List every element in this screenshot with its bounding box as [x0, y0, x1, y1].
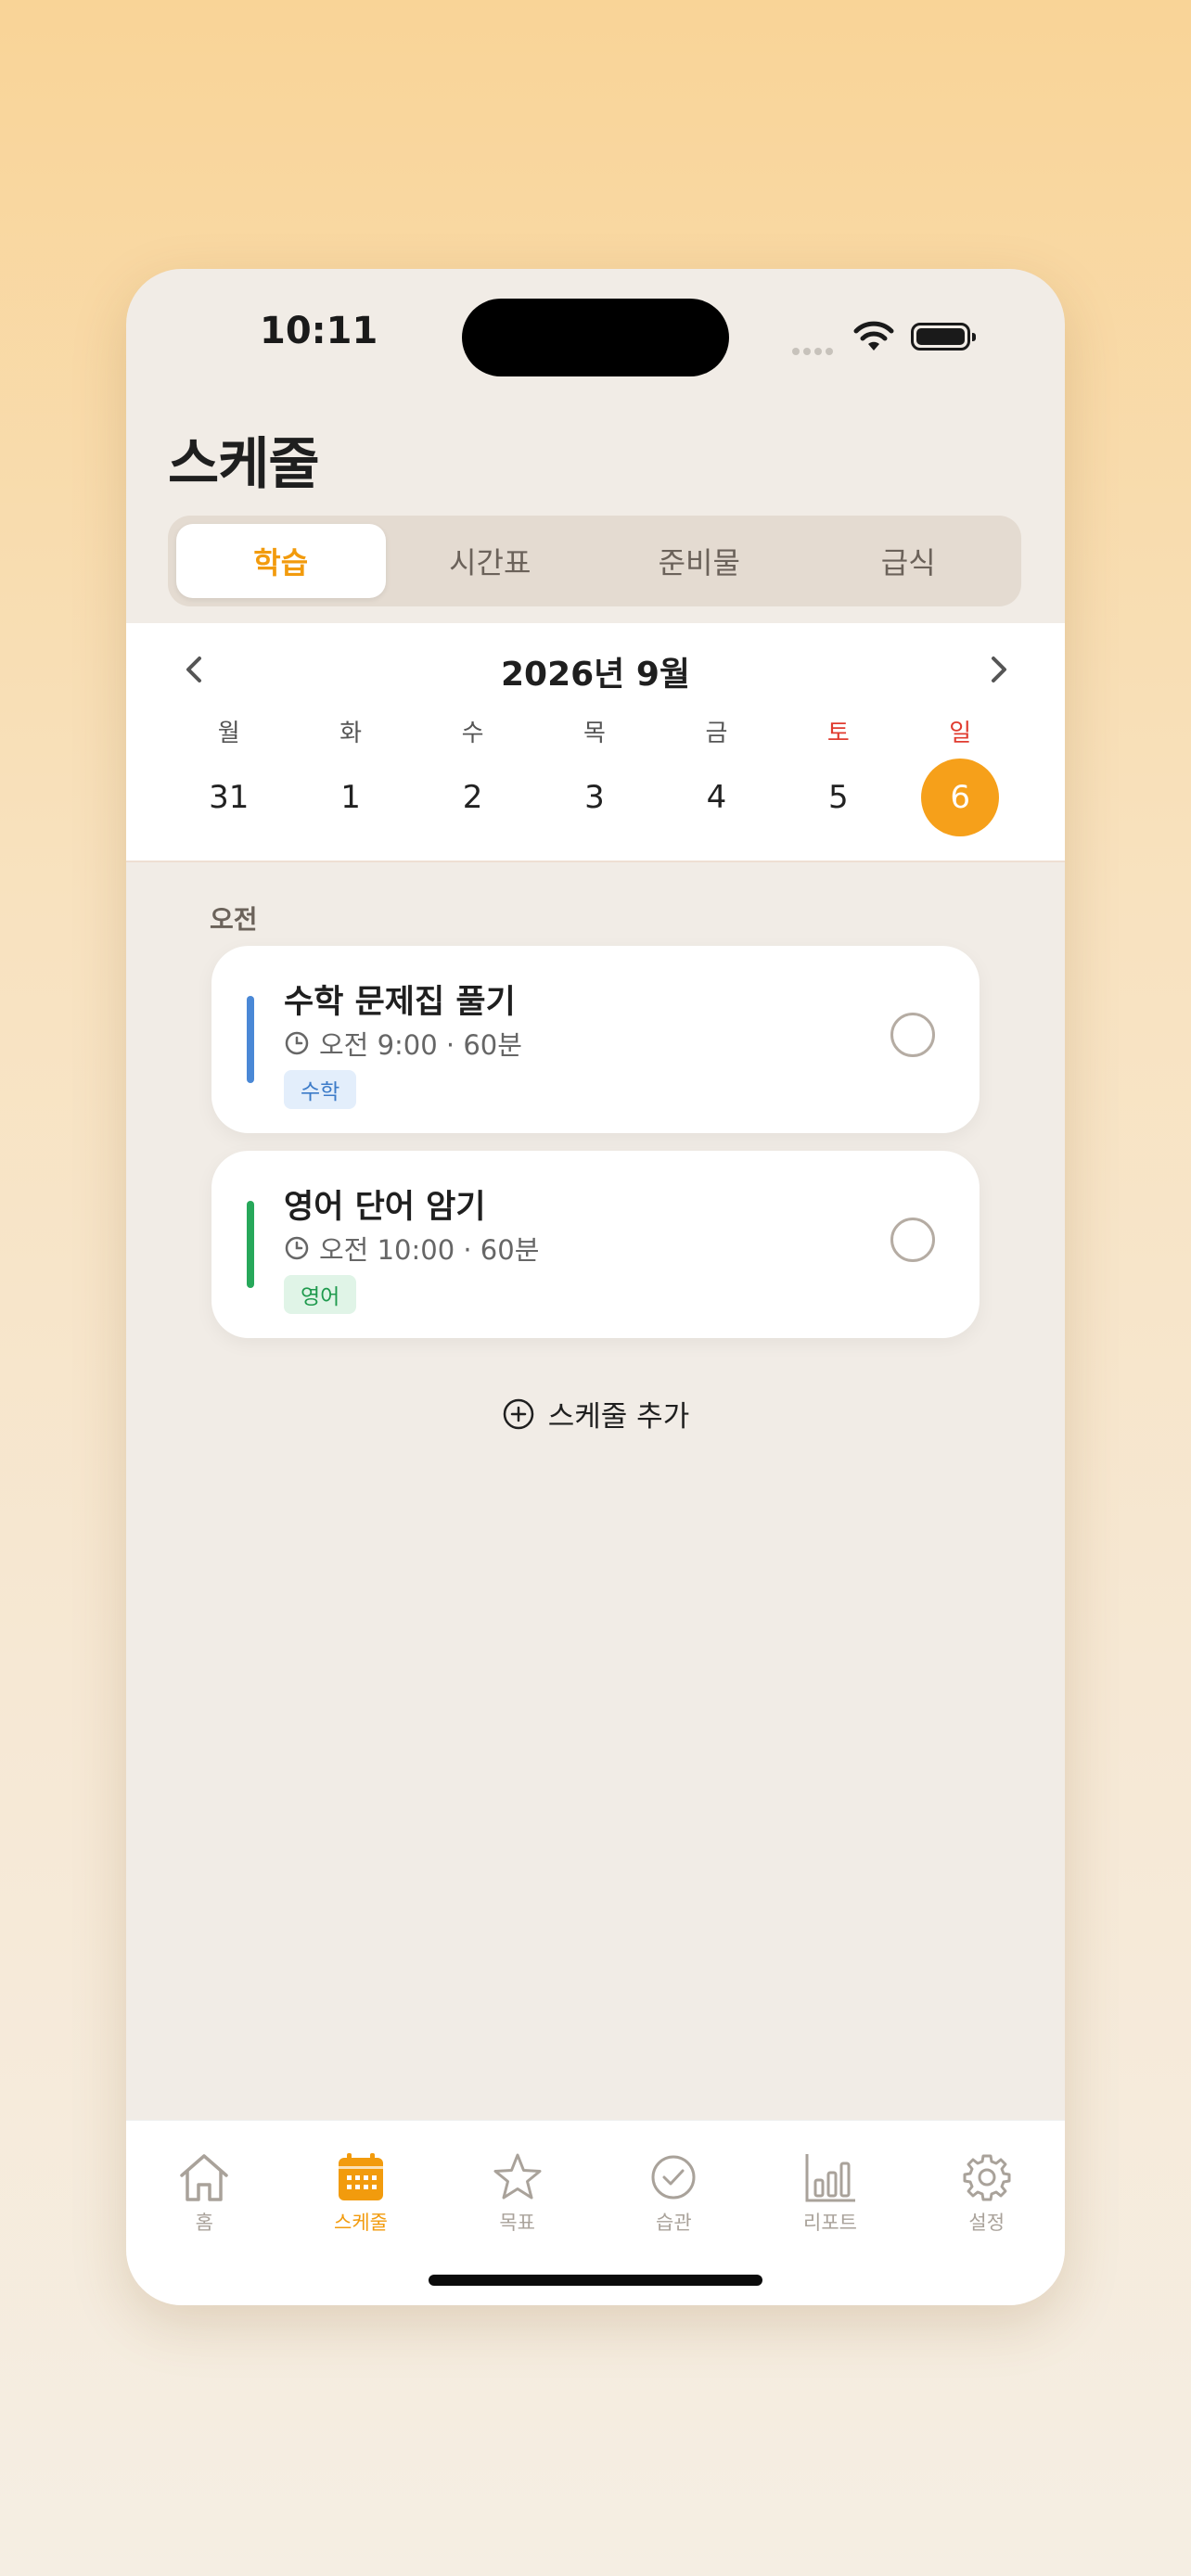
bar-chart-icon [805, 2154, 856, 2202]
tab-goals[interactable]: 목표 [439, 2152, 596, 2236]
weekday-label: 월 [217, 720, 240, 747]
weekday-label: 목 [583, 720, 606, 747]
weekday-label: 일 [949, 720, 972, 747]
segment-study[interactable]: 학습 [176, 524, 386, 598]
weekday-label: 금 [705, 720, 728, 747]
tab-label: 홈 [195, 2212, 213, 2234]
dynamic-island [462, 299, 729, 376]
subject-color-bar [247, 1201, 254, 1288]
section-label-morning: 오전 [210, 904, 258, 935]
gear-icon [963, 2154, 1011, 2201]
calendar-month: 2026년 9월 [500, 656, 691, 694]
segmented-control: 학습 시간표 준비물 급식 [168, 516, 1021, 606]
day-number: 4 [706, 779, 727, 816]
tab-habits[interactable]: 습관 [596, 2152, 752, 2236]
tab-schedule[interactable]: 스케줄 [283, 2152, 440, 2236]
day-number: 3 [584, 779, 605, 816]
battery-icon [911, 323, 976, 351]
schedule-card[interactable]: 수학 문제집 풀기 오전 9:00 · 60분 수학 [211, 946, 980, 1133]
schedule-meta: 오전 9:00 · 60분 [284, 1024, 522, 1063]
phone-screen: 10:11 스케줄 학습 시간표 준비물 급식 2026년 9월 월 화 수 목… [126, 269, 1065, 2305]
schedule-time: 오전 10:00 · 60분 [319, 1234, 540, 1266]
subject-tag: 수학 [284, 1070, 357, 1109]
day-cell[interactable]: 4 [656, 759, 777, 836]
cellular-signal-icon [792, 341, 837, 359]
day-cell[interactable]: 31 [168, 759, 289, 836]
tab-settings[interactable]: 설정 [908, 2152, 1065, 2236]
week-calendar: 2026년 9월 월 화 수 목 금 토 일 31 1 2 3 4 5 6 [126, 623, 1065, 862]
segment-supplies[interactable]: 준비물 [595, 524, 804, 598]
day-cell[interactable]: 3 [533, 759, 655, 836]
add-schedule-button[interactable]: 스케줄 추가 [126, 1393, 1065, 1435]
tab-label: 습관 [656, 2212, 692, 2234]
status-time: 10:11 [260, 310, 378, 352]
complete-checkbox[interactable] [890, 1013, 935, 1057]
schedule-title: 수학 문제집 풀기 [284, 984, 516, 1021]
schedule-title: 영어 단어 암기 [284, 1189, 486, 1226]
weekday-labels: 월 화 수 목 금 토 일 [168, 714, 1021, 748]
tab-label: 설정 [968, 2212, 1005, 2234]
clock-icon [285, 1236, 309, 1260]
day-cell[interactable]: 1 [289, 759, 411, 836]
star-icon [493, 2153, 542, 2200]
add-schedule-label: 스케줄 추가 [547, 1400, 690, 1434]
week-days: 31 1 2 3 4 5 6 [168, 759, 1021, 836]
segment-meals[interactable]: 급식 [804, 524, 1014, 598]
page-title: 스케줄 [168, 432, 320, 497]
tab-home[interactable]: 홈 [126, 2152, 283, 2236]
weekday-label: 화 [339, 720, 363, 747]
day-cell-selected[interactable]: 6 [900, 759, 1021, 836]
tab-bar: 홈 스케줄 목표 습관 리포트 설정 [126, 2120, 1065, 2305]
day-number: 5 [827, 779, 849, 816]
subject-tag: 영어 [284, 1275, 357, 1314]
weekday-label: 수 [461, 720, 484, 747]
day-cell[interactable]: 2 [412, 759, 533, 836]
clock-icon [285, 1031, 309, 1055]
segment-timetable[interactable]: 시간표 [386, 524, 596, 598]
plus-circle-icon [503, 1398, 534, 1429]
home-icon [180, 2154, 229, 2201]
chevron-right-icon[interactable] [980, 651, 1017, 688]
schedule-card[interactable]: 영어 단어 암기 오전 10:00 · 60분 영어 [211, 1151, 980, 1338]
home-indicator[interactable] [429, 2275, 762, 2286]
tab-label: 리포트 [803, 2212, 857, 2234]
weekday-label: 토 [826, 720, 850, 747]
day-number: 31 [209, 779, 250, 816]
day-number: 1 [340, 779, 361, 816]
tab-report[interactable]: 리포트 [752, 2152, 909, 2236]
tab-label: 스케줄 [334, 2212, 388, 2234]
day-number: 6 [921, 759, 1000, 836]
tab-label: 목표 [499, 2212, 535, 2234]
subject-color-bar [247, 996, 254, 1083]
calendar-icon [339, 2153, 383, 2200]
wifi-icon [853, 321, 894, 351]
day-cell[interactable]: 5 [777, 759, 899, 836]
complete-checkbox[interactable] [890, 1218, 935, 1262]
schedule-time: 오전 9:00 · 60분 [319, 1029, 522, 1061]
schedule-meta: 오전 10:00 · 60분 [284, 1229, 539, 1268]
check-circle-icon [651, 2155, 696, 2200]
day-number: 2 [462, 779, 483, 816]
